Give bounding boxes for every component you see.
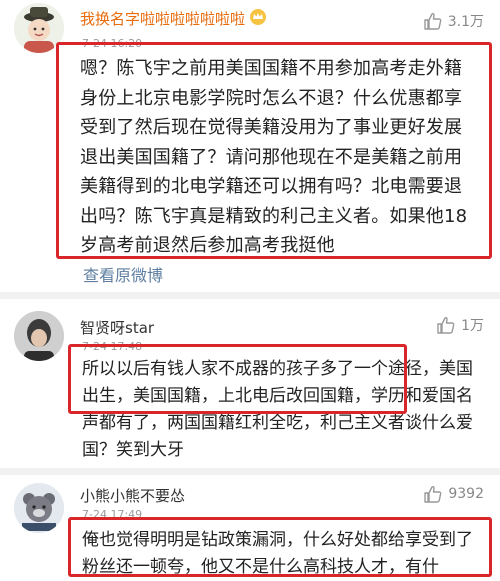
separator [0, 292, 500, 299]
like-button[interactable]: 9392 [423, 485, 484, 503]
avatar[interactable] [14, 311, 64, 361]
comment-author[interactable]: 智贤呀star [80, 317, 154, 338]
comment-author[interactable]: 小熊小熊不要怂 [80, 485, 185, 506]
avatar-illustration-icon [14, 3, 64, 53]
view-original-link[interactable]: 查看原微博 [83, 262, 163, 286]
avatar-photo-icon [14, 311, 64, 361]
comment-item: 我换名字啦啦啦啦啦啦啦 7-24 16:20 3.1万 嗯？陈飞宇之前用美国国籍… [0, 0, 500, 288]
like-button[interactable]: 1万 [436, 315, 484, 335]
comment-time: 7-24 17:49 [82, 508, 143, 521]
avatar-bear-icon [14, 483, 64, 533]
comment-text: 所以以后有钱人家不成器的孩子多了一个途径，美国出生，美国国籍，上北电后改回国籍，… [82, 359, 473, 460]
comment-item: 智贤呀star 7-24 17:48 1万 所以以后有钱人家不成器的孩子多了一个… [0, 299, 500, 469]
thumbs-up-icon [424, 12, 442, 30]
comment-item: 小熊小熊不要怂 7-24 17:49 9392 俺也觉得明明是钻政策漏洞，什么好… [0, 475, 500, 577]
avatar[interactable] [14, 483, 64, 533]
comment-author[interactable]: 我换名字啦啦啦啦啦啦啦 [80, 8, 267, 30]
thumbs-up-icon [424, 485, 442, 503]
comment-text: 嗯？陈飞宇之前用美国国籍不用参加高考走外籍身份上北京电影学院时怎么不退？什么优惠… [80, 58, 468, 256]
crown-badge-icon [249, 8, 267, 30]
author-name[interactable]: 我换名字啦啦啦啦啦啦啦 [80, 10, 245, 28]
like-button[interactable]: 3.1万 [423, 11, 484, 31]
comment-text: 俺也觉得明明是钻政策漏洞，什么好处都给享受到了粉丝还一顿夸，他又不是什么高科技人… [82, 530, 473, 577]
comment-time: 7-24 16:20 [82, 37, 143, 50]
thumbs-up-icon [437, 316, 455, 334]
avatar[interactable] [14, 3, 64, 53]
separator [0, 468, 500, 475]
like-count: 1万 [461, 318, 484, 334]
comment-time: 7-24 17:48 [82, 340, 143, 353]
like-count: 9392 [448, 486, 484, 502]
like-count: 3.1万 [447, 14, 484, 30]
